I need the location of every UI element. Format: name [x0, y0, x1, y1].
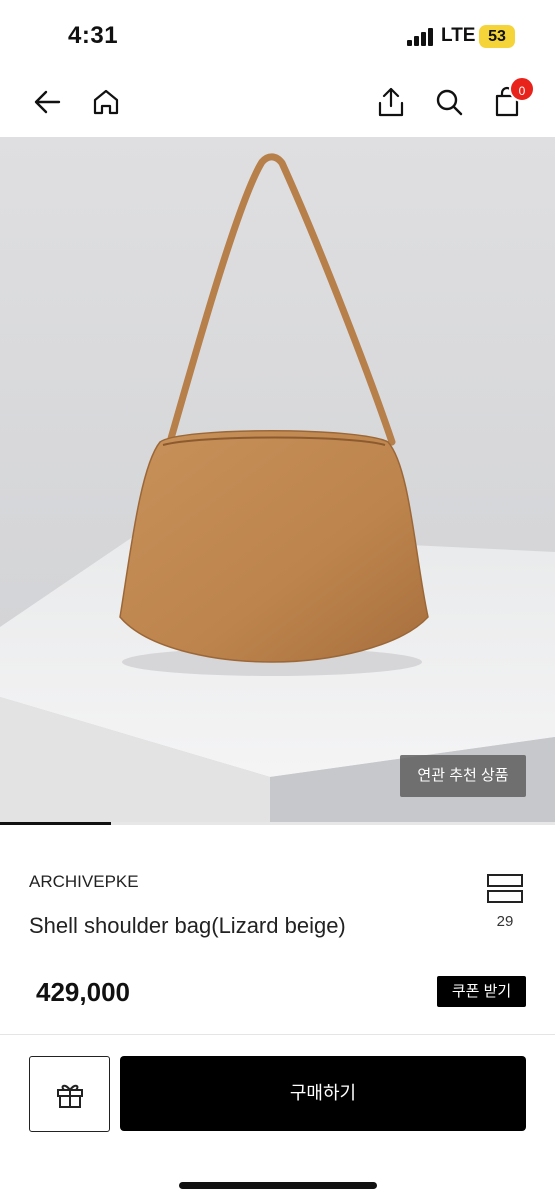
cart-count-badge: 0 — [509, 76, 535, 102]
network-type: LTE — [441, 25, 476, 46]
buy-button[interactable]: 구매하기 — [120, 1056, 526, 1131]
home-indicator — [179, 1182, 377, 1189]
brand-name[interactable]: ARCHIVEPKE — [29, 872, 139, 892]
gift-button[interactable] — [29, 1056, 110, 1132]
carousel-progress-fill — [0, 822, 111, 825]
signal-icon — [407, 28, 435, 46]
back-arrow-icon[interactable] — [27, 82, 67, 122]
divider — [0, 1034, 555, 1035]
battery-indicator: 53 — [479, 25, 515, 48]
top-nav-bar — [0, 70, 555, 136]
product-image[interactable] — [0, 137, 555, 825]
product-photo — [0, 137, 555, 825]
home-icon[interactable] — [86, 82, 126, 122]
gift-icon — [56, 1084, 83, 1108]
wishlist-button[interactable]: 29 — [482, 873, 528, 931]
product-title: Shell shoulder bag(Lizard beige) — [29, 913, 346, 938]
status-bar: 4:31 LTE 53 — [0, 0, 555, 70]
image-carousel-progress — [0, 822, 555, 825]
share-icon[interactable] — [371, 82, 411, 122]
status-time: 4:31 — [68, 22, 119, 49]
related-products-button[interactable]: 연관 추천 상품 — [400, 755, 526, 797]
product-price: 429,000 — [36, 977, 130, 1007]
wishlist-count: 29 — [496, 913, 514, 930]
wishlist-icon — [487, 874, 523, 903]
coupon-button[interactable]: 쿠폰 받기 — [437, 976, 526, 1007]
search-icon[interactable] — [429, 82, 469, 122]
